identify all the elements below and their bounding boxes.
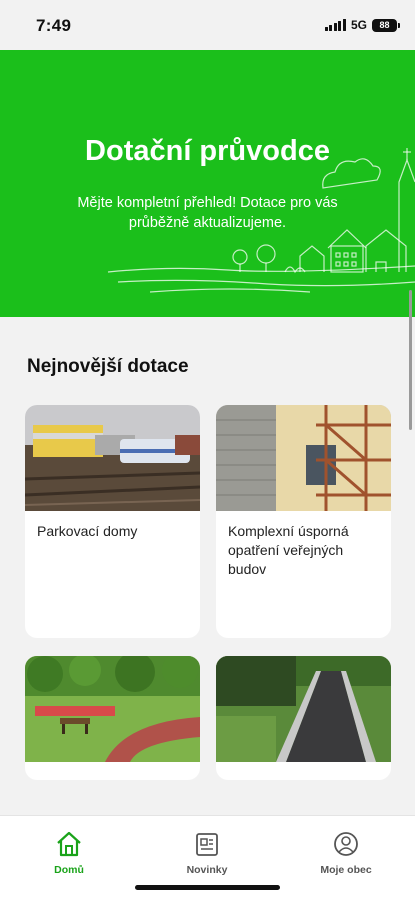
tab-home[interactable]: Domů [14, 830, 124, 876]
battery-level: 88 [379, 20, 390, 30]
card-title: Parkovací domy [37, 523, 138, 539]
tab-label: Domů [54, 864, 84, 876]
status-indicators: 5G 88 [324, 18, 400, 32]
card-image-parking [25, 405, 200, 511]
battery-icon: 88 [372, 18, 400, 32]
card-image-building [216, 405, 391, 511]
town-illustration [107, 148, 415, 293]
tab-news[interactable]: Novinky [152, 830, 262, 876]
subsidy-card[interactable]: Komplexní úsporná opatření veřejných bud… [216, 405, 391, 638]
subsidy-card[interactable] [216, 656, 391, 780]
card-title [25, 762, 200, 780]
subsidy-card[interactable]: Parkovací domy [25, 405, 200, 638]
status-time: 7:49 [36, 16, 72, 35]
home-indicator [135, 885, 280, 890]
card-title: Komplexní úsporná opatření veřejných bud… [228, 523, 349, 577]
card-image-park [25, 656, 200, 762]
tab-label: Moje obec [320, 864, 372, 876]
tab-label: Novinky [186, 864, 228, 876]
scrollbar[interactable] [409, 290, 412, 430]
home-icon [57, 831, 81, 857]
network-label: 5G [350, 18, 367, 32]
section-title: Nejnovější dotace [27, 356, 189, 377]
tab-my-municipality[interactable]: Moje obec [291, 830, 401, 876]
user-circle-icon [334, 832, 358, 856]
card-image-road [216, 656, 391, 762]
hero-banner: Dotační průvodce Mějte kompletní přehled… [0, 50, 415, 317]
hero-title: Dotační průvodce [85, 135, 330, 167]
subsidy-card[interactable] [25, 656, 200, 780]
signal-icon [324, 19, 346, 31]
hero-subtitle: Mějte kompletní přehled! Dotace pro vás … [77, 195, 338, 231]
card-title [216, 762, 391, 780]
status-bar: 7:49 5G 88 [0, 0, 415, 50]
newspaper-icon [196, 833, 218, 856]
